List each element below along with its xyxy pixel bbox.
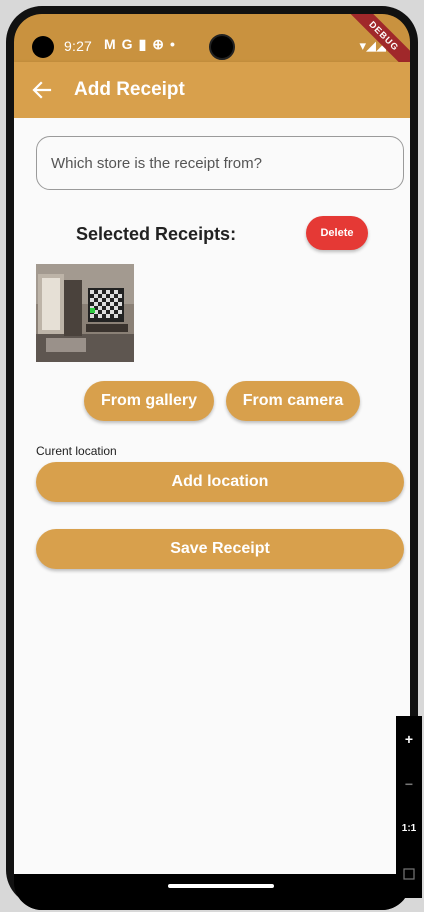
main-content: Selected Receipts: Delete (14, 118, 410, 874)
current-location-label: Curent location (36, 444, 117, 458)
camera-cutout-icon (209, 34, 235, 60)
status-bar: 9:27 M G ▮ ⊕ • ▾◢◢ DEBUG (14, 14, 410, 76)
notification-icons: M G ▮ ⊕ • (104, 36, 175, 53)
zoom-reset-button[interactable]: 1:1 (396, 806, 422, 851)
fit-screen-icon (403, 867, 415, 880)
fit-screen-button[interactable] (396, 851, 422, 896)
from-gallery-button[interactable]: From gallery (84, 381, 214, 421)
google-icon: G (121, 36, 133, 52)
store-input[interactable] (36, 136, 404, 190)
add-location-button[interactable]: Add location (36, 462, 404, 502)
receipt-image (36, 264, 134, 362)
vpn-icon: ⊕ (152, 36, 165, 52)
selected-receipts-heading: Selected Receipts: (76, 224, 237, 244)
zoom-controls: + − 1:1 (396, 716, 422, 898)
page-title: Add Receipt (74, 79, 185, 100)
receipt-thumbnail[interactable] (36, 264, 134, 362)
gmail-icon: M (104, 36, 116, 52)
phone-screen: 9:27 M G ▮ ⊕ • ▾◢◢ DEBUG Add Receipt Sel… (14, 14, 410, 910)
save-receipt-button[interactable]: Save Receipt (36, 529, 404, 569)
more-dot-icon: • (170, 36, 175, 52)
back-button[interactable] (14, 62, 70, 118)
zoom-out-button[interactable]: − (396, 761, 422, 806)
home-indicator[interactable] (168, 884, 274, 888)
from-camera-button[interactable]: From camera (226, 381, 360, 421)
system-nav-bar (14, 874, 410, 910)
zoom-in-button[interactable]: + (396, 716, 422, 761)
app-bar: Add Receipt (14, 62, 410, 118)
arrow-left-icon (32, 81, 52, 99)
status-time: 9:27 (64, 38, 93, 54)
delete-button[interactable]: Delete (306, 216, 368, 250)
sd-card-icon: ▮ (138, 36, 147, 52)
front-camera-icon (32, 36, 54, 58)
